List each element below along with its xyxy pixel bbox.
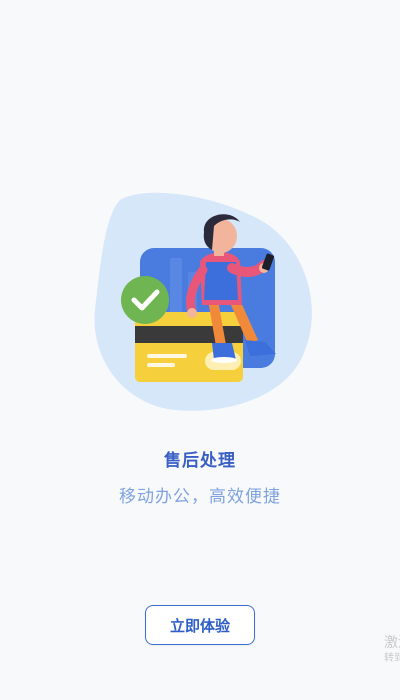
onboarding-illustration [94, 192, 312, 411]
watermark-line1: 激活 [384, 635, 400, 651]
watermark-line2: 转到 [384, 653, 400, 664]
feature-title: 售后处理 [164, 451, 236, 471]
check-icon [121, 276, 169, 324]
feature-subtitle: 移动办公，高效便捷 [119, 487, 281, 507]
try-now-button[interactable]: 立即体验 [145, 605, 255, 645]
activation-watermark: 激活 转到 [384, 634, 400, 674]
